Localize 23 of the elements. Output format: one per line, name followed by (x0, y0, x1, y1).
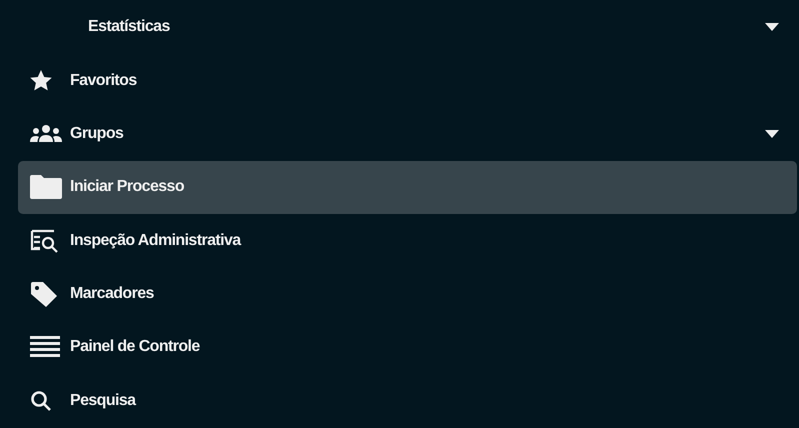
users-icon (30, 124, 62, 144)
document-search-icon (30, 228, 60, 254)
menu-item[interactable]: Iniciar Processo (18, 161, 797, 214)
menu-item[interactable]: Grupos (18, 108, 797, 160)
tag-icon (30, 281, 58, 308)
menu-item[interactable]: Pesquisa (18, 374, 797, 427)
menu-item[interactable]: Estatísticas (18, 1, 797, 54)
folder-icon (30, 175, 62, 200)
menu-label: Painel de Controle (70, 338, 201, 356)
menu-label: Marcadores (70, 285, 155, 304)
menu-label: Iniciar Processo (70, 178, 186, 196)
menu-label: Estatísticas (87, 18, 171, 36)
menu-label: Grupos (70, 124, 124, 143)
menu-label: Inspeção Administrativa (70, 232, 242, 250)
menu-item[interactable]: Marcadores (18, 268, 797, 320)
list-icon (30, 336, 60, 358)
menu-item[interactable]: Painel de Controle (18, 321, 797, 374)
menu-label: Favoritos (70, 72, 138, 90)
menu-item[interactable]: Inspeção Administrativa (18, 214, 797, 267)
menu-item[interactable]: Favoritos (18, 54, 797, 107)
search-icon (30, 390, 52, 412)
menu-label: Pesquisa (70, 392, 138, 410)
star-icon (30, 70, 52, 92)
